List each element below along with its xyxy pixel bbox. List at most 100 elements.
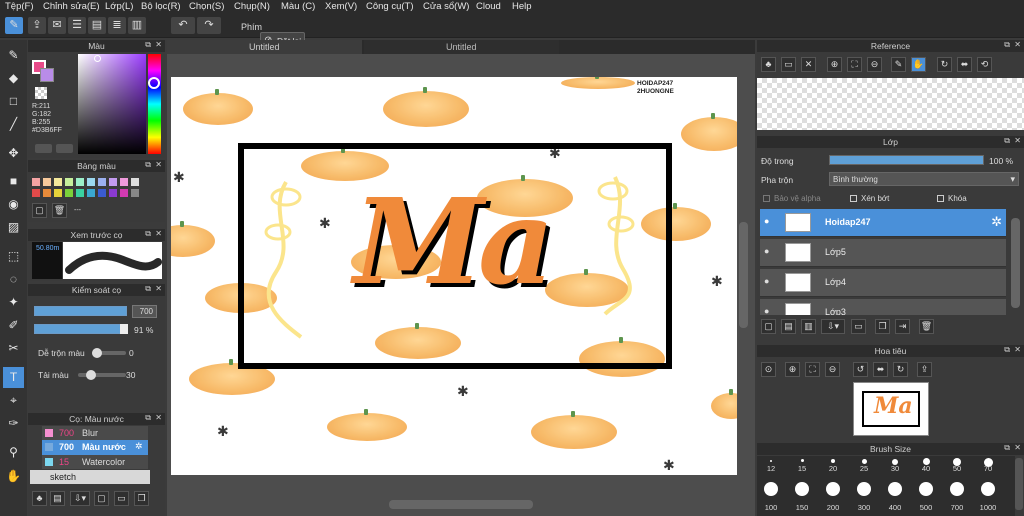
palette-swatch[interactable] xyxy=(87,189,95,197)
lasso-tool-icon[interactable]: ◌ xyxy=(3,269,24,290)
hand-tool-icon[interactable]: ✋ xyxy=(3,466,24,487)
reset-view-icon[interactable]: ⟲ xyxy=(977,57,992,72)
brush-size-field[interactable]: 700 xyxy=(132,305,157,318)
brush-size-dot[interactable] xyxy=(919,482,933,496)
brush-opacity-slider[interactable] xyxy=(34,324,125,334)
palette-swatch[interactable] xyxy=(98,178,106,186)
horizontal-scrollbar[interactable] xyxy=(389,500,533,509)
maximize-icon[interactable]: ⧉ xyxy=(1004,443,1010,453)
brush-size-dot[interactable] xyxy=(764,482,778,496)
eraser-tool-icon[interactable]: ◆ xyxy=(3,68,24,89)
tab-untitled-1[interactable]: Untitled xyxy=(167,40,362,54)
brush-size-dot[interactable] xyxy=(861,458,867,464)
eye-icon[interactable]: ● xyxy=(764,306,769,315)
tab-untitled-2[interactable]: Untitled xyxy=(364,40,559,54)
brush-tool-icon[interactable]: ✎ xyxy=(3,45,24,66)
brush-size-dot[interactable] xyxy=(800,459,804,463)
artwork-canvas[interactable]: ✱ ✱ ✱ ✱ ✱ ✱ ✱ HOIDAP247 2HUONGNE Ma xyxy=(171,77,737,475)
rotate-icon[interactable]: ↻ xyxy=(937,57,952,72)
layer-row-lop5[interactable]: ● Lớp5 xyxy=(760,239,1006,267)
bucket-tool-icon[interactable]: ◉ xyxy=(3,194,24,215)
chat-icon[interactable]: ☰ xyxy=(68,17,86,34)
transparent-color[interactable] xyxy=(35,87,47,99)
select-tool-icon[interactable]: ⬚ xyxy=(3,246,24,267)
brush-size-dot[interactable] xyxy=(831,459,835,463)
close-icon[interactable]: ✕ xyxy=(1014,443,1021,452)
blend-handle[interactable] xyxy=(92,348,102,358)
saturation-value-picker[interactable] xyxy=(78,54,146,154)
eye-icon[interactable]: ● xyxy=(764,246,769,256)
new-layer-icon[interactable]: ▢ xyxy=(761,319,776,334)
palette-swatch[interactable] xyxy=(76,178,84,186)
text-tool-icon[interactable]: T xyxy=(3,367,24,388)
brush-doc-icon[interactable]: ▢ xyxy=(94,491,109,506)
zoom-out-icon[interactable]: ⊖ xyxy=(867,57,882,72)
layer-row-hoidap247[interactable]: ● Hoidap247 ✲ xyxy=(760,209,1006,237)
reference-view[interactable] xyxy=(757,78,1024,130)
new-layer-page-icon[interactable]: ▤ xyxy=(781,319,796,334)
menu-cloud[interactable]: Cloud xyxy=(476,1,501,12)
eyedropper-icon[interactable]: ✎ xyxy=(891,57,906,72)
fill-rect-tool-icon[interactable]: ■ xyxy=(3,171,24,192)
document-icon[interactable]: ▤ xyxy=(88,17,106,34)
clipping-checkbox[interactable] xyxy=(850,195,857,202)
menu-help[interactable]: Help xyxy=(512,1,532,12)
brush-mode-icon[interactable]: ✎ xyxy=(5,17,23,34)
brush-size-dot[interactable] xyxy=(826,482,840,496)
zoom-out-icon[interactable]: ⊖ xyxy=(825,362,840,377)
palette-swatch[interactable] xyxy=(65,189,73,197)
close-icon[interactable]: ✕ xyxy=(1014,40,1021,49)
operation-tool-icon[interactable]: ⌖ xyxy=(3,390,24,411)
fit-icon[interactable]: ⛶ xyxy=(805,362,820,377)
hue-slider[interactable] xyxy=(148,54,161,154)
brush-size-dot[interactable] xyxy=(857,482,871,496)
trash-icon[interactable]: 🗑 xyxy=(919,319,934,334)
divide-tool-icon[interactable]: ✑ xyxy=(3,413,24,434)
palette-swatch[interactable] xyxy=(43,189,51,197)
maximize-icon[interactable]: ⧉ xyxy=(145,229,151,239)
palette-swatch[interactable] xyxy=(120,189,128,197)
share-icon[interactable]: ⇪ xyxy=(28,17,46,34)
brush-folder-icon[interactable]: ▭ xyxy=(114,491,129,506)
brush-page-icon[interactable]: ▤ xyxy=(50,491,65,506)
palette-swatch[interactable] xyxy=(32,178,40,186)
background-color[interactable] xyxy=(40,68,54,82)
palette-swatch[interactable] xyxy=(87,178,95,186)
brush-item-watercolor-vi[interactable]: 700 Màu nước ✲ xyxy=(42,440,148,455)
layer-duplicate-icon[interactable]: ❐ xyxy=(875,319,890,334)
menu-capture[interactable]: Chụp(N) xyxy=(234,1,270,12)
brush-size-dot[interactable] xyxy=(981,482,995,496)
brush-size-slider[interactable] xyxy=(34,306,127,316)
menu-window[interactable]: Cửa sổ(W) xyxy=(423,1,469,12)
rotate-left-icon[interactable]: ↺ xyxy=(853,362,868,377)
layer-opacity-slider[interactable] xyxy=(829,155,984,165)
palette-swatch[interactable] xyxy=(131,189,139,197)
menu-file[interactable]: Tệp(F) xyxy=(5,1,34,12)
reference-close-icon[interactable]: ✕ xyxy=(801,57,816,72)
brush-group-sketch[interactable]: sketch xyxy=(30,470,150,484)
gradient-tool-icon[interactable]: ▨ xyxy=(3,217,24,238)
close-icon[interactable]: ✕ xyxy=(155,160,162,169)
vertical-scrollbar[interactable] xyxy=(739,222,748,328)
maximize-icon[interactable]: ⧉ xyxy=(1004,345,1010,355)
magic-wand-icon[interactable]: ✦ xyxy=(3,292,24,313)
hand-icon[interactable]: ✋ xyxy=(911,57,926,72)
layer-row-lop3[interactable]: ● Lớp3 xyxy=(760,299,1006,315)
close-icon[interactable]: ✕ xyxy=(1014,136,1021,145)
brush-item-watercolor[interactable]: 15 Watercolor xyxy=(42,455,148,469)
eyedropper-tool-icon[interactable]: ⚲ xyxy=(3,442,24,463)
zoom-in-icon[interactable]: ⊕ xyxy=(785,362,800,377)
navigator-thumbnail[interactable]: Ma xyxy=(853,382,929,436)
trash-icon[interactable]: 🗑 xyxy=(52,203,67,218)
close-icon[interactable]: ✕ xyxy=(155,229,162,238)
menu-view[interactable]: Xem(V) xyxy=(325,1,357,12)
hue-cursor[interactable] xyxy=(148,77,160,89)
brush-copy-icon[interactable]: ❐ xyxy=(134,491,149,506)
maximize-icon[interactable]: ⧉ xyxy=(145,160,151,170)
layer-blend-select[interactable]: Bình thường ▾ xyxy=(829,172,1019,186)
settings-gear-icon[interactable]: ✲ xyxy=(135,441,143,452)
close-icon[interactable]: ✕ xyxy=(155,284,162,293)
palette-swatch[interactable] xyxy=(120,178,128,186)
close-icon[interactable]: ✕ xyxy=(155,40,162,49)
layer-halftone-icon[interactable]: ▥ xyxy=(801,319,816,334)
